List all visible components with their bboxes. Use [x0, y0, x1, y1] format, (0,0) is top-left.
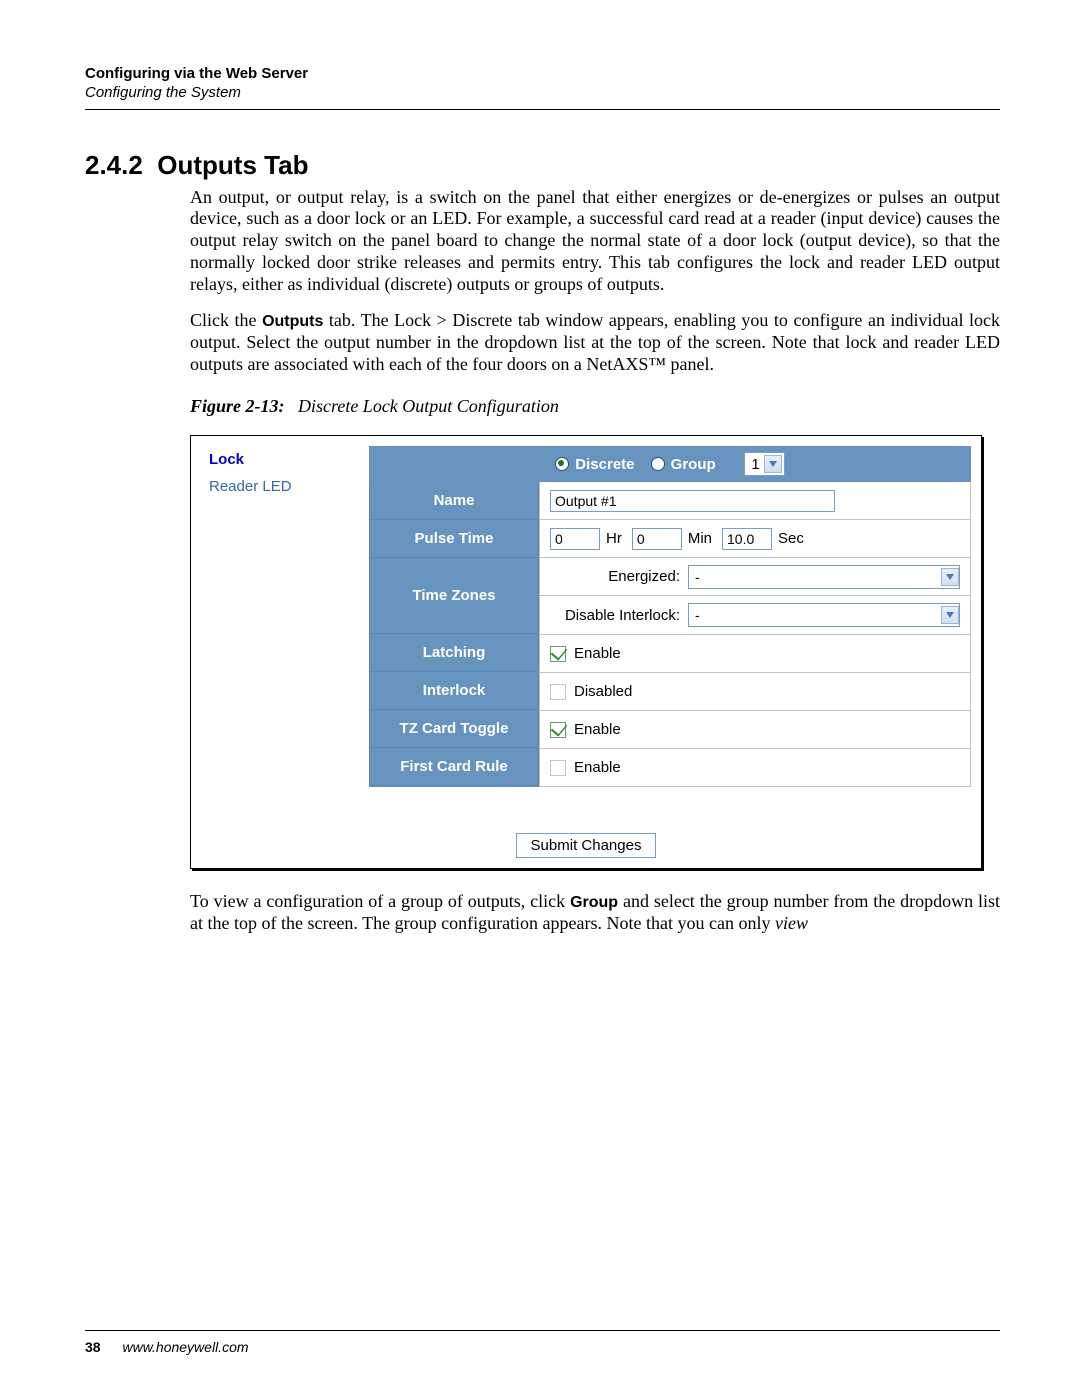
interlock-text: Disabled: [574, 683, 632, 700]
pulse-sec-unit: Sec: [778, 530, 804, 547]
output-type-sidebar: Lock Reader LED: [209, 446, 292, 500]
tz-energized-row: Energized: -: [540, 558, 970, 596]
name-row: [539, 482, 971, 520]
label-name: Name: [369, 482, 539, 520]
label-tzcard: TZ Card Toggle: [369, 710, 539, 748]
tz-energized-value: -: [695, 569, 700, 585]
figure-screenshot: Lock Reader LED Discrete Group 1: [190, 435, 982, 869]
latching-text: Enable: [574, 645, 621, 662]
output-number-select[interactable]: 1: [744, 452, 784, 476]
label-timezones: Time Zones: [369, 558, 539, 634]
header-rule: [85, 109, 1000, 110]
page-footer: 38 www.honeywell.com: [85, 1330, 1000, 1355]
name-input[interactable]: [550, 490, 835, 512]
tz-disable-select[interactable]: -: [688, 603, 960, 627]
paragraph-2: Click the Outputs tab. The Lock > Discre…: [190, 310, 1000, 376]
pulse-row: Hr Min Sec: [539, 520, 971, 558]
sidebar-item-lock[interactable]: Lock: [209, 446, 292, 473]
config-grid: Name Pulse Time Time Zones Latching Inte…: [369, 482, 971, 787]
submit-changes-button[interactable]: Submit Changes: [516, 833, 657, 858]
tzcard-row: Enable: [539, 711, 971, 749]
view-italic: view: [775, 913, 808, 933]
tz-disable-row: Disable Interlock: -: [540, 596, 970, 634]
radio-group-label: Group: [671, 456, 716, 473]
radio-discrete-label: Discrete: [575, 456, 634, 473]
label-latching: Latching: [369, 634, 539, 672]
output-number-value: 1: [747, 456, 763, 473]
section-body-2: To view a configuration of a group of ou…: [190, 891, 1000, 935]
latching-row: Enable: [539, 635, 971, 673]
paragraph-1: An output, or output relay, is a switch …: [190, 187, 1000, 297]
label-interlock: Interlock: [369, 672, 539, 710]
figure-caption: Figure 2-13: Discrete Lock Output Config…: [190, 396, 1000, 417]
section-heading: 2.4.2 Outputs Tab: [85, 150, 1000, 181]
outputs-tab-ref: Outputs: [262, 313, 323, 330]
pulse-min-unit: Min: [688, 530, 712, 547]
tz-disable-value: -: [695, 607, 700, 623]
radio-group[interactable]: [651, 457, 665, 471]
sidebar-item-reader-led[interactable]: Reader LED: [209, 473, 292, 500]
tz-disable-label: Disable Interlock:: [550, 607, 680, 624]
mode-bar: Discrete Group 1: [369, 446, 971, 482]
firstcard-checkbox[interactable]: [550, 760, 566, 776]
tz-energized-label: Energized:: [550, 568, 680, 585]
header-title: Configuring via the Web Server: [85, 65, 1000, 84]
radio-discrete[interactable]: [555, 457, 569, 471]
page-number: 38: [85, 1339, 101, 1355]
firstcard-row: Enable: [539, 749, 971, 787]
chevron-down-icon: [941, 606, 959, 624]
firstcard-text: Enable: [574, 759, 621, 776]
tzcard-checkbox[interactable]: [550, 722, 566, 738]
timezones-row: Energized: - Disable Interlock:: [539, 558, 971, 635]
tzcard-text: Enable: [574, 721, 621, 738]
chevron-down-icon: [764, 455, 782, 473]
latching-checkbox[interactable]: [550, 646, 566, 662]
pulse-min-input[interactable]: [632, 528, 682, 550]
fields-column: Hr Min Sec Energized: -: [539, 482, 971, 787]
labels-column: Name Pulse Time Time Zones Latching Inte…: [369, 482, 539, 787]
section-body: An output, or output relay, is a switch …: [190, 187, 1000, 377]
pulse-sec-input[interactable]: [722, 528, 772, 550]
chevron-down-icon: [941, 568, 959, 586]
figure-label: Figure 2-13:: [190, 396, 285, 416]
section-title: Outputs Tab: [157, 150, 308, 180]
interlock-checkbox[interactable]: [550, 684, 566, 700]
paragraph-3: To view a configuration of a group of ou…: [190, 891, 1000, 935]
submit-wrap: Submit Changes: [191, 833, 981, 858]
figure-title: Discrete Lock Output Configuration: [298, 396, 559, 416]
interlock-row: Disabled: [539, 673, 971, 711]
config-panel: Discrete Group 1 Name Pulse Time Time Zo…: [369, 446, 971, 787]
group-ref: Group: [570, 894, 618, 911]
page-header: Configuring via the Web Server Configuri…: [85, 65, 1000, 103]
footer-url: www.honeywell.com: [122, 1339, 248, 1355]
label-pulse: Pulse Time: [369, 520, 539, 558]
pulse-hr-unit: Hr: [606, 530, 622, 547]
pulse-hr-input[interactable]: [550, 528, 600, 550]
section-number: 2.4.2: [85, 150, 143, 180]
header-subtitle: Configuring the System: [85, 84, 1000, 103]
tz-energized-select[interactable]: -: [688, 565, 960, 589]
label-firstcard: First Card Rule: [369, 748, 539, 786]
